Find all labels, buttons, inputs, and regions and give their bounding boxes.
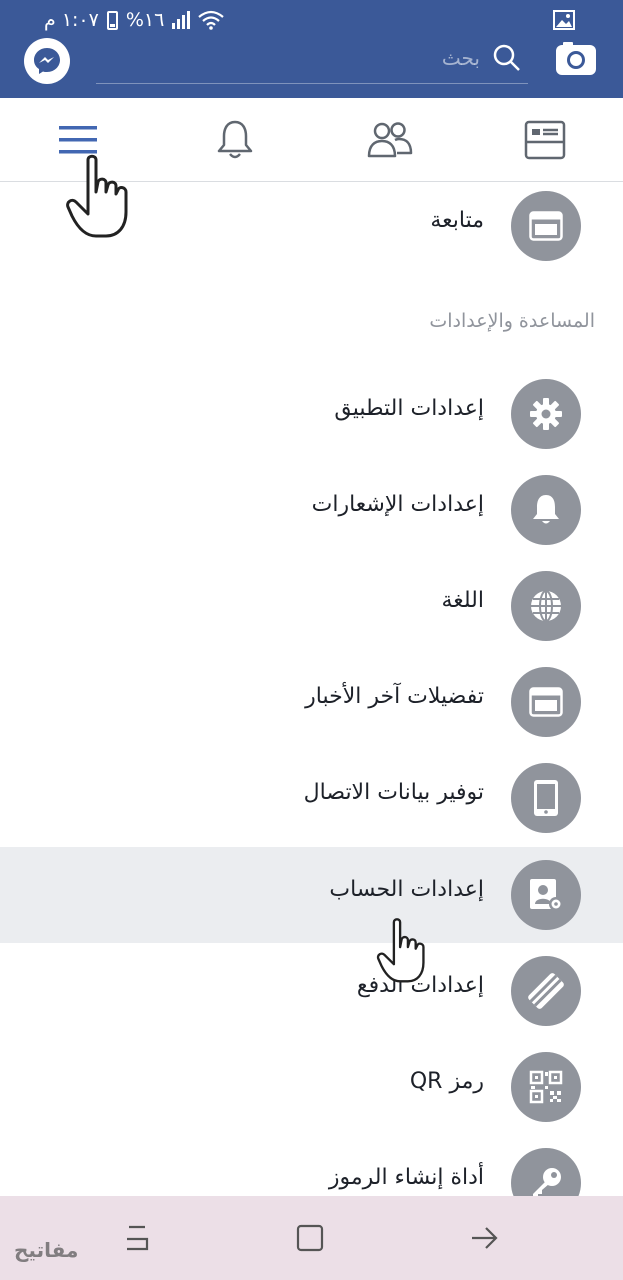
messenger-button[interactable] [24, 38, 70, 84]
payment-icon [511, 956, 581, 1026]
menu-item-payment-settings[interactable]: إعدادات الدفع [0, 943, 623, 1039]
menu-item-label: إعدادات الإشعارات [311, 492, 484, 517]
menu-item-news-feed-preferences[interactable]: تفضيلات آخر الأخبار [0, 654, 623, 750]
menu-item-notification-settings[interactable]: إعدادات الإشعارات [0, 462, 623, 558]
news-feed-icon [524, 120, 566, 160]
watermark: مفاتيح [14, 1238, 79, 1262]
account-settings-icon [511, 860, 581, 930]
home-button[interactable] [288, 1216, 332, 1260]
news-feed-icon [511, 667, 581, 737]
gallery-notification-icon [553, 10, 575, 34]
phone-icon [511, 763, 581, 833]
menu-item-label: أداة إنشاء الرموز [328, 1165, 484, 1190]
back-arrow-icon [472, 1227, 498, 1249]
pointer-hand-icon [376, 918, 425, 983]
tab-news-feed[interactable] [505, 98, 585, 182]
wifi-icon [198, 10, 225, 30]
menu-item-label: إعدادات التطبيق [334, 396, 484, 421]
system-navigation-bar [0, 1196, 623, 1280]
menu-item-label: إعدادات الحساب [329, 877, 484, 902]
bell-icon [511, 475, 581, 545]
menu-item-label: اللغة [441, 588, 484, 613]
menu-item-language[interactable]: اللغة [0, 558, 623, 654]
menu-item-label: تفضيلات آخر الأخبار [305, 684, 484, 709]
search-input[interactable]: بحث [442, 46, 480, 70]
home-icon [296, 1224, 324, 1252]
search-bar[interactable]: بحث [96, 42, 528, 84]
news-feed-icon [511, 191, 581, 261]
search-icon [493, 44, 520, 71]
camera-icon [556, 42, 596, 75]
status-indicators: ١:٠٧ م %١٦ [44, 9, 225, 31]
menu-item-app-settings[interactable]: إعدادات التطبيق [0, 366, 623, 462]
menu-item-data-saver[interactable]: توفير بيانات الاتصال [0, 750, 623, 846]
menu-item-account-settings[interactable]: إعدادات الحساب [0, 847, 623, 943]
qr-code-icon [511, 1052, 581, 1122]
status-bar: ١:٠٧ م %١٦ [0, 0, 623, 42]
menu-item-follow[interactable]: متابعة [0, 178, 623, 274]
back-button[interactable] [462, 1216, 506, 1260]
menu-item-label: رمز QR [409, 1069, 484, 1094]
top-header: بحث [0, 38, 623, 98]
tab-notifications[interactable] [195, 98, 275, 182]
menu-item-label: متابعة [430, 208, 484, 233]
clock: ١:٠٧ م [44, 9, 99, 31]
recent-apps-icon [127, 1225, 149, 1251]
battery-icon [106, 10, 118, 30]
friends-icon [367, 122, 413, 158]
gear-icon [511, 379, 581, 449]
bell-icon [217, 120, 253, 159]
menu-item-qr-code[interactable]: رمز QR [0, 1039, 623, 1135]
globe-icon [511, 571, 581, 641]
messenger-icon [34, 48, 60, 74]
signal-icon [172, 11, 191, 29]
camera-button[interactable] [555, 42, 597, 76]
section-title: المساعدة والإعدادات [429, 310, 595, 332]
tab-friends[interactable] [350, 98, 430, 182]
recent-apps-button[interactable] [114, 1216, 158, 1260]
menu-item-label: توفير بيانات الاتصال [303, 780, 484, 805]
battery-percent: %١٦ [125, 9, 165, 31]
